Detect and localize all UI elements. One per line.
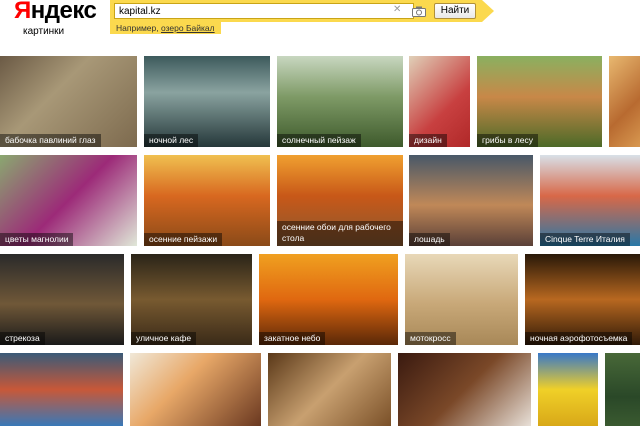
tile-caption: цветы магнолии <box>0 233 74 246</box>
image-tile[interactable]: лошадь <box>409 155 533 246</box>
tile-caption: осенние обои для рабочего стола <box>277 221 403 246</box>
tile-caption: закатное небо <box>259 332 326 345</box>
image-tile[interactable]: закатное небо <box>259 254 398 345</box>
tile-caption: мотокросс <box>405 332 456 345</box>
yandex-logo[interactable]: Яндекс <box>14 0 97 25</box>
logo-subtitle: картинки <box>23 26 65 37</box>
image-tile[interactable]: грибы в лесу <box>477 56 602 147</box>
tile-caption: дизайн <box>409 134 447 147</box>
camera-icon-svg <box>412 6 426 17</box>
tile-caption: уличное кафе <box>131 332 197 345</box>
image-tile[interactable]: осенние пейзажи <box>144 155 270 246</box>
example-prefix: Например, <box>116 23 159 33</box>
tile-caption: осенние пейзажи <box>144 233 223 246</box>
logo-rest: ндекс <box>30 0 97 24</box>
tile-caption: ночной лес <box>144 134 199 147</box>
search-bar: kapital.kz ✕ Найти <box>110 0 494 22</box>
tile-caption: ночная аэрофотосъемка <box>525 332 633 345</box>
search-example: Например, озеро Байкал <box>110 22 221 34</box>
image-tile[interactable]: ночная аэрофотосъемка <box>525 254 640 345</box>
image-tile[interactable] <box>0 353 123 426</box>
tile-caption: солнечный пейзаж <box>277 134 361 147</box>
search-input[interactable]: kapital.kz <box>114 3 414 19</box>
tile-caption: стрекоза <box>0 332 45 345</box>
image-tile[interactable]: цветы магнолии <box>0 155 137 246</box>
example-link[interactable]: озеро Байкал <box>161 23 215 33</box>
camera-icon[interactable] <box>407 3 431 19</box>
image-tile[interactable]: бабочка павлиний глаз <box>0 56 137 147</box>
image-tile[interactable] <box>538 353 598 426</box>
image-tile[interactable]: солнечный пейзаж <box>277 56 403 147</box>
header: Яндекс картинки kapital.kz ✕ Найти Напри… <box>0 0 640 52</box>
image-tile[interactable]: осенние обои для рабочего стола <box>277 155 403 246</box>
image-tile[interactable] <box>130 353 261 426</box>
tile-caption: грибы в лесу <box>477 134 538 147</box>
logo-first-letter: Я <box>14 0 31 24</box>
tile-caption: Cinque Terre Италия <box>540 233 630 246</box>
tile-caption: бабочка павлиний глаз <box>0 134 101 147</box>
find-button[interactable]: Найти <box>434 3 476 19</box>
image-tile[interactable] <box>268 353 391 426</box>
image-tile[interactable]: мотокросс <box>405 254 518 345</box>
image-tile[interactable]: уличное кафе <box>131 254 252 345</box>
clear-icon[interactable]: ✕ <box>393 4 401 15</box>
image-tile[interactable]: Cinque Terre Италия <box>540 155 640 246</box>
tile-caption: лошадь <box>409 233 450 246</box>
image-tile[interactable]: стрекоза <box>0 254 124 345</box>
image-tile[interactable] <box>605 353 640 426</box>
image-tile[interactable]: ночной лес <box>144 56 270 147</box>
image-tile[interactable] <box>398 353 531 426</box>
image-tile[interactable]: дизайн <box>409 56 470 147</box>
image-tile[interactable] <box>609 56 640 147</box>
